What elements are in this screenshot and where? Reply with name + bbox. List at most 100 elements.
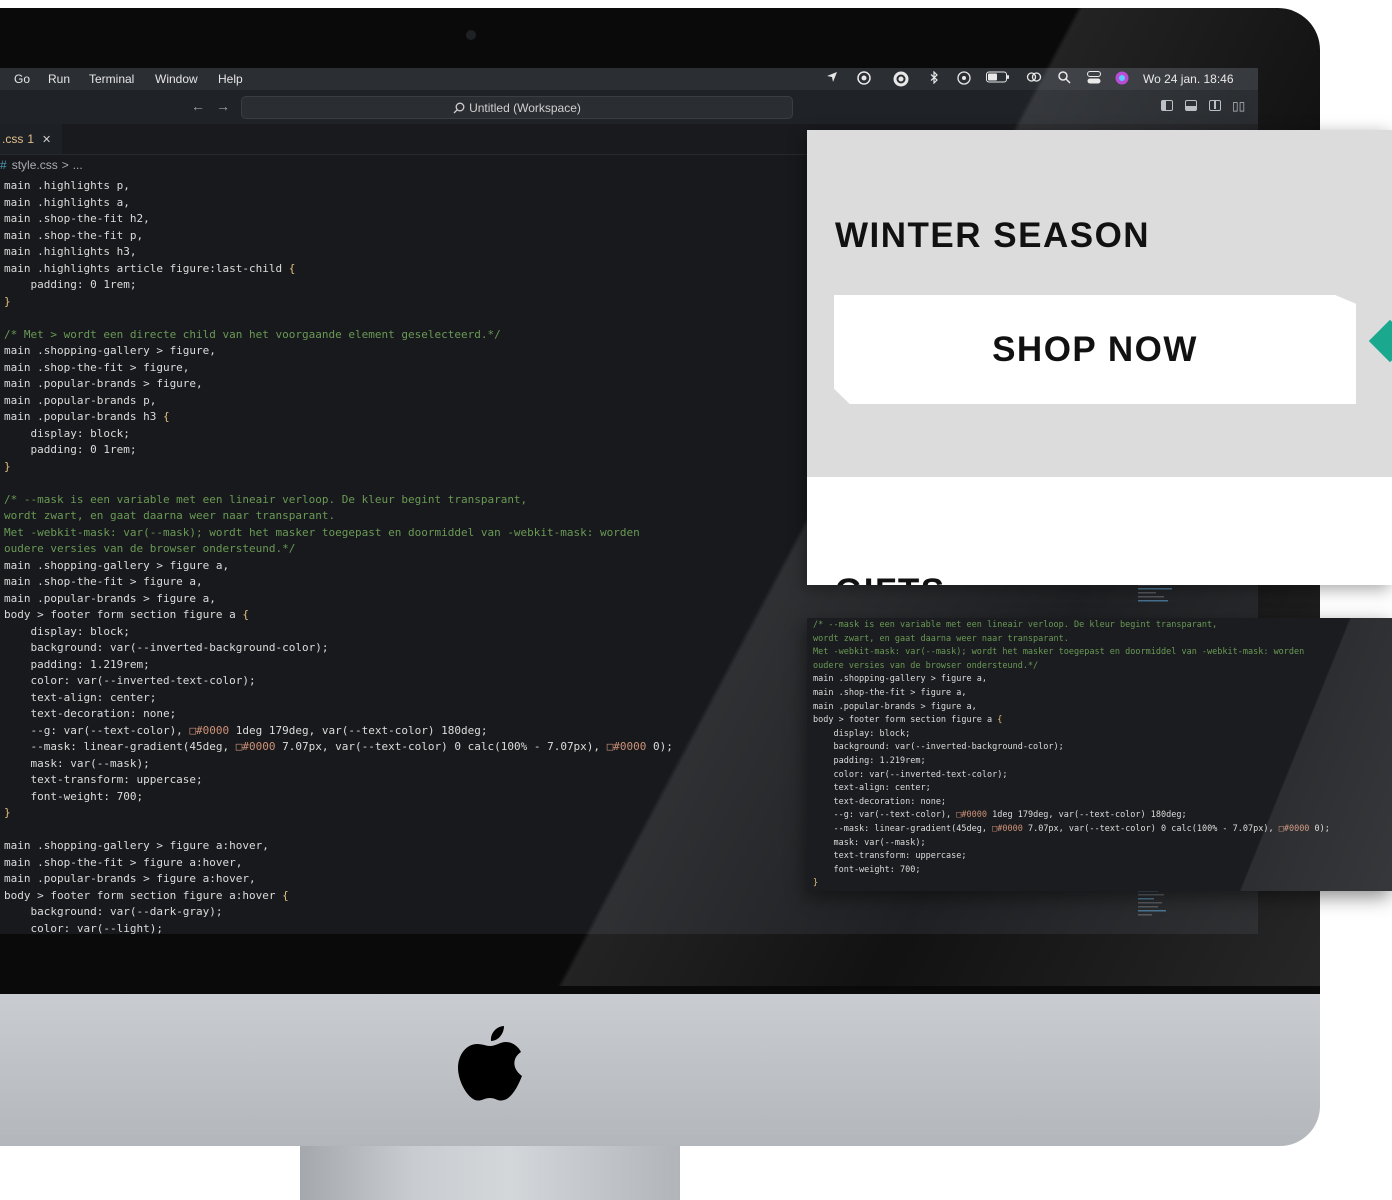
forward-arrow-icon[interactable]: → bbox=[216, 98, 230, 114]
code-token: main .popular-brands > figure, bbox=[4, 377, 203, 390]
bluetooth-icon[interactable] bbox=[930, 70, 938, 87]
code-line: main .shopping-gallery > figure a:hover, bbox=[4, 838, 673, 855]
code-line: padding: 1.219rem; bbox=[4, 657, 673, 674]
command-center-search[interactable]: Untitled (Workspace) bbox=[241, 96, 793, 119]
code-line: wordt zwart, en gaat daarna weer naar tr… bbox=[4, 508, 673, 525]
code-line: main .shop-the-fit > figure a:hover, bbox=[4, 855, 673, 872]
code-line: } bbox=[4, 459, 673, 476]
code-token: □#0000 bbox=[235, 740, 276, 753]
code-token: } bbox=[4, 459, 11, 473]
website-preview-card: WINTER SEASON SHOP NOW GIFTS bbox=[807, 130, 1392, 585]
code-line: background: var(--dark-gray); bbox=[4, 904, 673, 921]
code-token: main .highlights p, bbox=[4, 179, 130, 192]
code-line: main .highlights a, bbox=[4, 195, 673, 212]
battery-icon[interactable] bbox=[986, 71, 1010, 86]
code-token: { bbox=[282, 888, 289, 902]
code-token: background: var(--dark-gray); bbox=[4, 905, 223, 918]
code-token: main .shopping-gallery > figure, bbox=[4, 344, 216, 357]
menu-help[interactable]: Help bbox=[218, 72, 243, 86]
control-center-icon[interactable] bbox=[1087, 71, 1101, 87]
creative-cloud-icon[interactable] bbox=[893, 71, 909, 90]
search-icon bbox=[453, 102, 465, 113]
toggle-secondary-sidebar-icon[interactable] bbox=[1209, 100, 1221, 111]
code-token: display: block; bbox=[4, 624, 130, 638]
code-token: main .shop-the-fit h2, bbox=[4, 212, 150, 225]
back-arrow-icon[interactable]: ← bbox=[191, 98, 205, 114]
hero-title: WINTER SEASON bbox=[835, 216, 1151, 255]
customize-layout-icon[interactable]: ▯▯ bbox=[1232, 99, 1245, 113]
code-token: 7.07px, var(--text-color) 0 calc(100% - … bbox=[275, 740, 607, 753]
code-token: text-align: center; bbox=[4, 690, 157, 704]
code-token: main .highlights a, bbox=[4, 195, 130, 209]
breadcrumb: # style.css > ... bbox=[0, 154, 83, 176]
code-token: wordt zwart, en gaat daarna weer naar tr… bbox=[4, 509, 336, 522]
code-line: } bbox=[4, 294, 673, 311]
menu-go[interactable]: Go bbox=[14, 72, 30, 86]
code-token: main .shop-the-fit p, bbox=[4, 228, 144, 242]
imac-chin bbox=[0, 994, 1320, 1146]
siri-icon[interactable] bbox=[1115, 71, 1129, 88]
breadcrumb-symbols[interactable]: ... bbox=[73, 158, 83, 172]
code-line: color: var(--light); bbox=[4, 921, 673, 935]
code-token: main .highlights h3, bbox=[4, 245, 137, 258]
code-line: --mask: linear-gradient(45deg, □#0000 7.… bbox=[4, 739, 673, 756]
code-line: main .popular-brands > figure a, bbox=[4, 591, 673, 608]
menu-window[interactable]: Window bbox=[155, 72, 198, 86]
code-token: body > footer form section figure a:hove… bbox=[4, 888, 283, 902]
breadcrumb-separator: > bbox=[61, 158, 69, 172]
code-line: main .shop-the-fit > figure, bbox=[4, 360, 673, 377]
code-token: Met -webkit-mask: var(--mask); wordt het… bbox=[4, 525, 640, 539]
css-file-icon: # bbox=[0, 158, 7, 172]
code-token: main .shop-the-fit > figure a:hover, bbox=[4, 855, 243, 869]
menu-terminal[interactable]: Terminal bbox=[89, 72, 134, 86]
code-token: oudere versies van de browser ondersteun… bbox=[4, 542, 296, 555]
link-icon[interactable] bbox=[1026, 71, 1042, 86]
breadcrumb-file[interactable]: style.css bbox=[12, 158, 58, 172]
tab-problem-count: 1 bbox=[27, 132, 35, 146]
code-line: main .shopping-gallery > figure, bbox=[4, 343, 673, 360]
code-line: background: var(--inverted-background-co… bbox=[4, 640, 673, 657]
toggle-primary-sidebar-icon[interactable] bbox=[1161, 100, 1173, 111]
code-token: } bbox=[4, 806, 11, 819]
close-icon[interactable]: ✕ bbox=[42, 133, 51, 146]
code-token: display: block; bbox=[4, 426, 130, 440]
cloud-sync-icon[interactable] bbox=[855, 71, 873, 88]
location-arrow-icon[interactable] bbox=[826, 71, 838, 86]
code-token: text-decoration: none; bbox=[4, 707, 177, 720]
code-token: main .popular-brands p, bbox=[4, 393, 157, 407]
search-icon[interactable] bbox=[1058, 71, 1071, 87]
code-token: /* Met > wordt een directe child van het… bbox=[4, 327, 501, 341]
toggle-panel-icon[interactable] bbox=[1185, 100, 1197, 111]
hero-banner: WINTER SEASON SHOP NOW bbox=[807, 130, 1392, 477]
section-heading: GIFTS bbox=[835, 572, 946, 585]
menu-bar: Go Run Terminal Window Help Wo 24 jan. 1… bbox=[0, 68, 1258, 90]
code-token: main .highlights article figure:last-chi… bbox=[4, 261, 289, 275]
carousel-arrow-icon[interactable] bbox=[1368, 319, 1392, 363]
code-token: { bbox=[242, 608, 250, 621]
code-token: font-weight: 700; bbox=[4, 789, 144, 803]
play-circle-icon[interactable] bbox=[957, 71, 971, 88]
zoomed-code-card: /* --mask is een variable met een lineai… bbox=[807, 618, 1392, 891]
card-glare bbox=[807, 618, 1392, 891]
tab-label: .css bbox=[2, 132, 24, 146]
code-line: main .popular-brands p, bbox=[4, 393, 673, 410]
shop-now-button[interactable]: SHOP NOW bbox=[834, 295, 1356, 404]
imac-stand bbox=[300, 1146, 680, 1200]
code-token: color: var(--light); bbox=[4, 921, 163, 935]
menu-run[interactable]: Run bbox=[48, 72, 70, 86]
workspace-title: Untitled (Workspace) bbox=[469, 100, 581, 115]
code-editor[interactable]: main .highlights p, main .highlights a, ma… bbox=[4, 178, 673, 934]
code-line: padding: 0 1rem; bbox=[4, 277, 673, 294]
code-token: main .popular-brands > figure a, bbox=[4, 591, 216, 605]
code-token: { bbox=[162, 410, 170, 423]
code-line: main .shop-the-fit > figure a, bbox=[4, 574, 673, 591]
menu-clock[interactable]: Wo 24 jan. 18:46 bbox=[1143, 72, 1234, 86]
minimap-lower[interactable] bbox=[1138, 888, 1168, 928]
code-token: padding: 0 1rem; bbox=[4, 443, 137, 456]
tab-style-css[interactable]: .css 1 ✕ bbox=[0, 124, 62, 154]
code-line: main .highlights article figure:last-chi… bbox=[4, 261, 673, 278]
code-token: --mask: linear-gradient(45deg, bbox=[4, 740, 236, 753]
code-token: 0); bbox=[646, 740, 673, 753]
code-token: main .shop-the-fit > figure, bbox=[4, 360, 190, 374]
